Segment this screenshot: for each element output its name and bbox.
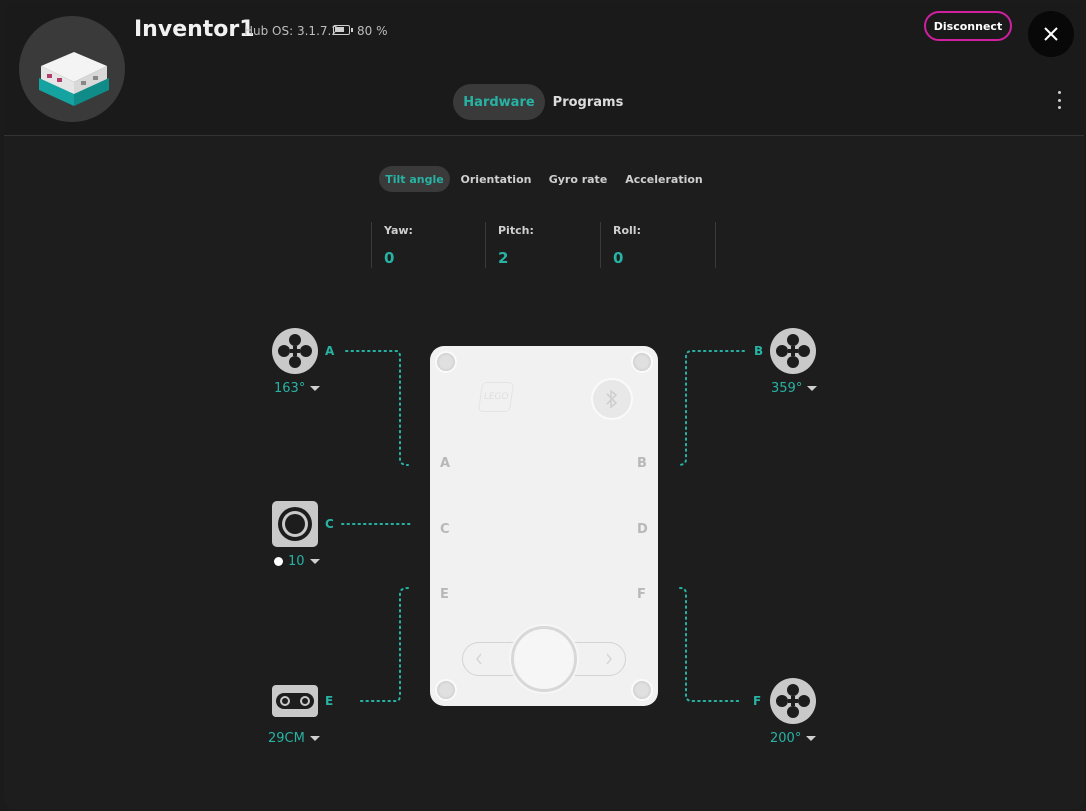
hub-diagram: LEGO A B C D E F: [430, 346, 658, 706]
chevron-down-icon: [309, 736, 320, 741]
screw-icon: [435, 351, 457, 373]
chevron-down-icon: [310, 386, 321, 391]
hub-port-a: A: [440, 456, 451, 471]
screw-icon: [631, 351, 653, 373]
port-e-reading: 29CM: [268, 731, 305, 746]
motor-icon[interactable]: [271, 327, 319, 375]
port-f-label: F: [753, 694, 762, 708]
hub-port-d: D: [637, 522, 648, 537]
port-f-reading: 200°: [770, 731, 802, 746]
bluetooth-icon: [606, 389, 618, 409]
arrow-left-icon: [476, 653, 482, 665]
lego-logo-icon: LEGO: [477, 382, 515, 412]
chevron-down-icon: [806, 736, 817, 741]
port-a-value[interactable]: 163°: [274, 381, 321, 396]
port-b-value[interactable]: 359°: [771, 381, 818, 396]
hub-port-c: C: [440, 522, 450, 537]
port-c-reading: 10: [288, 554, 305, 569]
port-f-value[interactable]: 200°: [770, 731, 817, 746]
hub-center-button: [511, 626, 577, 692]
bluetooth-button: [591, 378, 633, 420]
color-sensor-icon[interactable]: [271, 500, 319, 548]
hub-port-e: E: [440, 587, 449, 602]
port-e-value[interactable]: 29CM: [268, 731, 320, 746]
motor-icon[interactable]: [769, 677, 817, 725]
port-b-label: B: [754, 344, 764, 358]
color-swatch: [274, 557, 283, 566]
distance-sensor-icon[interactable]: [271, 684, 319, 718]
hub-dashboard-window: Inventor1 Hub OS: 3.1.7.2 80 % Disconnec…: [4, 3, 1084, 809]
chevron-down-icon: [807, 386, 818, 391]
port-e-label: E: [325, 694, 334, 708]
screw-icon: [631, 679, 653, 701]
arrow-right-icon: [606, 653, 612, 665]
motor-icon[interactable]: [769, 327, 817, 375]
port-a-label: A: [325, 344, 335, 358]
port-b-reading: 359°: [771, 381, 803, 396]
hub-port-b: B: [637, 456, 647, 471]
screw-icon: [435, 679, 457, 701]
chevron-down-icon: [309, 559, 320, 564]
port-c-label: C: [325, 517, 334, 531]
port-a-reading: 163°: [274, 381, 306, 396]
hub-port-f: F: [637, 587, 646, 602]
port-c-value[interactable]: 10: [274, 554, 320, 569]
